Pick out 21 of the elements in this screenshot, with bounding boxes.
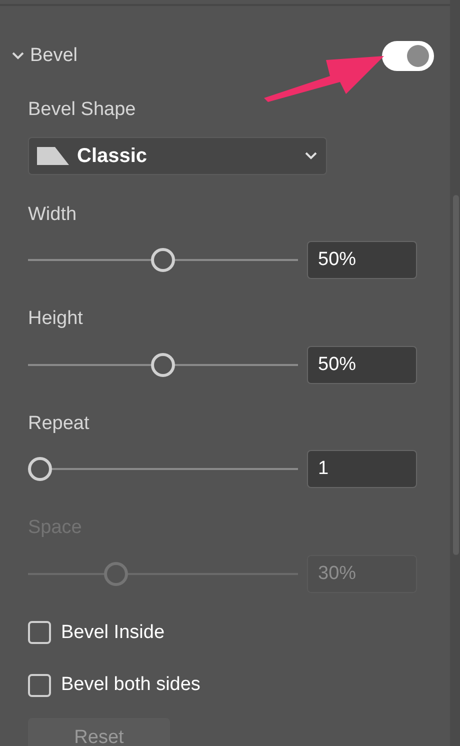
field-label: Bevel Shape <box>28 98 137 122</box>
checkbox-label: Bevel both sides <box>61 673 200 697</box>
value-input[interactable]: 50% <box>307 346 417 384</box>
slider-label: Height <box>28 307 84 331</box>
slider[interactable] <box>28 560 298 586</box>
checkbox[interactable] <box>28 674 51 697</box>
slider-label: Repeat <box>28 412 90 436</box>
value-input[interactable]: 50% <box>307 241 417 279</box>
value-input[interactable]: 1 <box>307 450 417 488</box>
slider[interactable] <box>28 456 298 482</box>
slider[interactable] <box>28 247 298 273</box>
chevron-icon <box>11 51 25 61</box>
section-title: Bevel <box>30 44 78 68</box>
slider-label: Width <box>28 202 78 226</box>
checkbox-label: Bevel Inside <box>61 620 165 644</box>
checkbox[interactable] <box>28 621 51 644</box>
slider[interactable] <box>28 352 298 378</box>
shape-dropdown[interactable]: Classic <box>28 136 327 174</box>
toggle-switch[interactable] <box>382 41 434 71</box>
bevel-shape-icon <box>37 146 69 164</box>
chevron-icon <box>304 150 318 160</box>
